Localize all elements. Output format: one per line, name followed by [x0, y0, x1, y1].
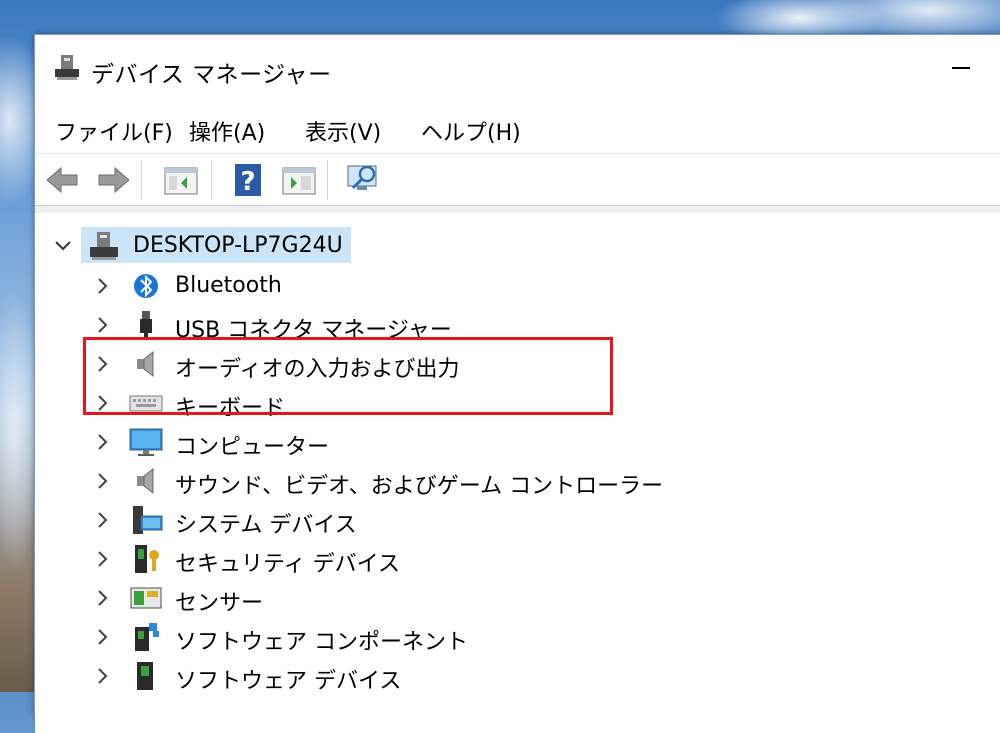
- menu-action[interactable]: 操作(A): [185, 113, 269, 149]
- window-title: デバイス マネージャー: [91, 62, 332, 88]
- root-label: DESKTOP-LP7G24U: [133, 233, 343, 258]
- software-component-icon: [135, 623, 159, 651]
- system-devices-icon: [133, 506, 163, 534]
- speaker-icon: [137, 467, 154, 495]
- device-tree: DESKTOP-LP7G24U Bluetooth USB コネクタ マネージャー…: [35, 205, 1000, 733]
- tree-item[interactable]: Bluetooth: [35, 267, 635, 305]
- tree-item-label: コンピューター: [175, 435, 330, 460]
- tree-item-label: Bluetooth: [175, 273, 282, 298]
- show-hide-console-tree-icon[interactable]: [161, 160, 201, 200]
- help-icon[interactable]: ?: [229, 160, 269, 200]
- toolbar-separator: [141, 160, 142, 200]
- tree-item[interactable]: ソフトウェア コンポーネント: [35, 618, 635, 656]
- menu-view[interactable]: 表示(V): [301, 113, 385, 149]
- minimize-button[interactable]: [940, 49, 980, 85]
- speaker-icon: [137, 350, 154, 378]
- forward-arrow-icon[interactable]: [93, 160, 133, 200]
- tree-item[interactable]: キーボード: [35, 384, 635, 422]
- chevron-right-icon[interactable]: [93, 393, 113, 413]
- menu-help[interactable]: ヘルプ(H): [417, 113, 525, 149]
- usb-plug-icon: [140, 311, 152, 340]
- monitor-icon: [129, 428, 163, 456]
- tree-item[interactable]: コンピューター: [35, 423, 635, 461]
- toolbar-separator: [211, 160, 212, 200]
- security-key-icon: [135, 545, 159, 573]
- tree-root-computer[interactable]: DESKTOP-LP7G24U: [35, 227, 365, 265]
- chevron-right-icon[interactable]: [93, 432, 113, 452]
- tree-item-label: USB コネクタ マネージャー: [175, 318, 452, 343]
- tree-item-label: ソフトウェア コンポーネント: [175, 630, 468, 655]
- chevron-right-icon[interactable]: [93, 627, 113, 647]
- tree-item[interactable]: システム デバイス: [35, 501, 635, 539]
- toolbar-separator: [327, 160, 328, 200]
- chevron-right-icon[interactable]: [93, 471, 113, 491]
- software-device-icon: [137, 662, 153, 690]
- chevron-right-icon[interactable]: [93, 276, 113, 296]
- tree-item[interactable]: オーディオの入力および出力: [35, 345, 635, 383]
- tree-item[interactable]: セキュリティ デバイス: [35, 540, 635, 578]
- tree-item-label: セキュリティ デバイス: [175, 552, 401, 577]
- menu-file[interactable]: ファイル(F): [51, 113, 177, 149]
- tree-item[interactable]: サウンド、ビデオ、およびゲーム コントローラー: [35, 462, 663, 500]
- chevron-right-icon[interactable]: [93, 549, 113, 569]
- chevron-right-icon[interactable]: [93, 315, 113, 335]
- tree-item-label: ソフトウェア デバイス: [175, 669, 402, 694]
- tree-item-label: オーディオの入力および出力: [175, 357, 460, 382]
- tree-item-label: サウンド、ビデオ、およびゲーム コントローラー: [175, 474, 664, 499]
- tree-item[interactable]: センサー: [35, 579, 635, 617]
- sensor-icon: [130, 587, 162, 609]
- scan-hardware-icon[interactable]: [345, 160, 385, 200]
- device-manager-icon: [55, 55, 79, 80]
- computer-tower-icon: [90, 232, 118, 260]
- device-manager-window: デバイス マネージャー ファイル(F) 操作(A) 表示(V) ヘルプ(H) ?: [34, 34, 1000, 733]
- tree-item[interactable]: ソフトウェア デバイス: [35, 657, 635, 695]
- chevron-right-icon[interactable]: [93, 588, 113, 608]
- properties-icon[interactable]: [279, 160, 319, 200]
- svg-text:?: ?: [240, 167, 255, 197]
- menu-bar: ファイル(F) 操作(A) 表示(V) ヘルプ(H): [35, 105, 1000, 151]
- chevron-down-icon[interactable]: [53, 236, 73, 256]
- tree-item-label: キーボード: [175, 396, 286, 421]
- tree-item-label: センサー: [175, 591, 264, 616]
- chevron-right-icon[interactable]: [93, 510, 113, 530]
- title-bar[interactable]: デバイス マネージャー: [35, 35, 1000, 103]
- tree-item[interactable]: USB コネクタ マネージャー: [35, 306, 635, 344]
- keyboard-icon: [129, 395, 163, 412]
- back-arrow-icon[interactable]: [43, 160, 83, 200]
- chevron-right-icon[interactable]: [93, 354, 113, 374]
- chevron-right-icon[interactable]: [93, 666, 113, 686]
- tree-item-label: システム デバイス: [175, 513, 357, 538]
- bluetooth-icon: [134, 274, 158, 298]
- toolbar: ?: [35, 153, 1000, 204]
